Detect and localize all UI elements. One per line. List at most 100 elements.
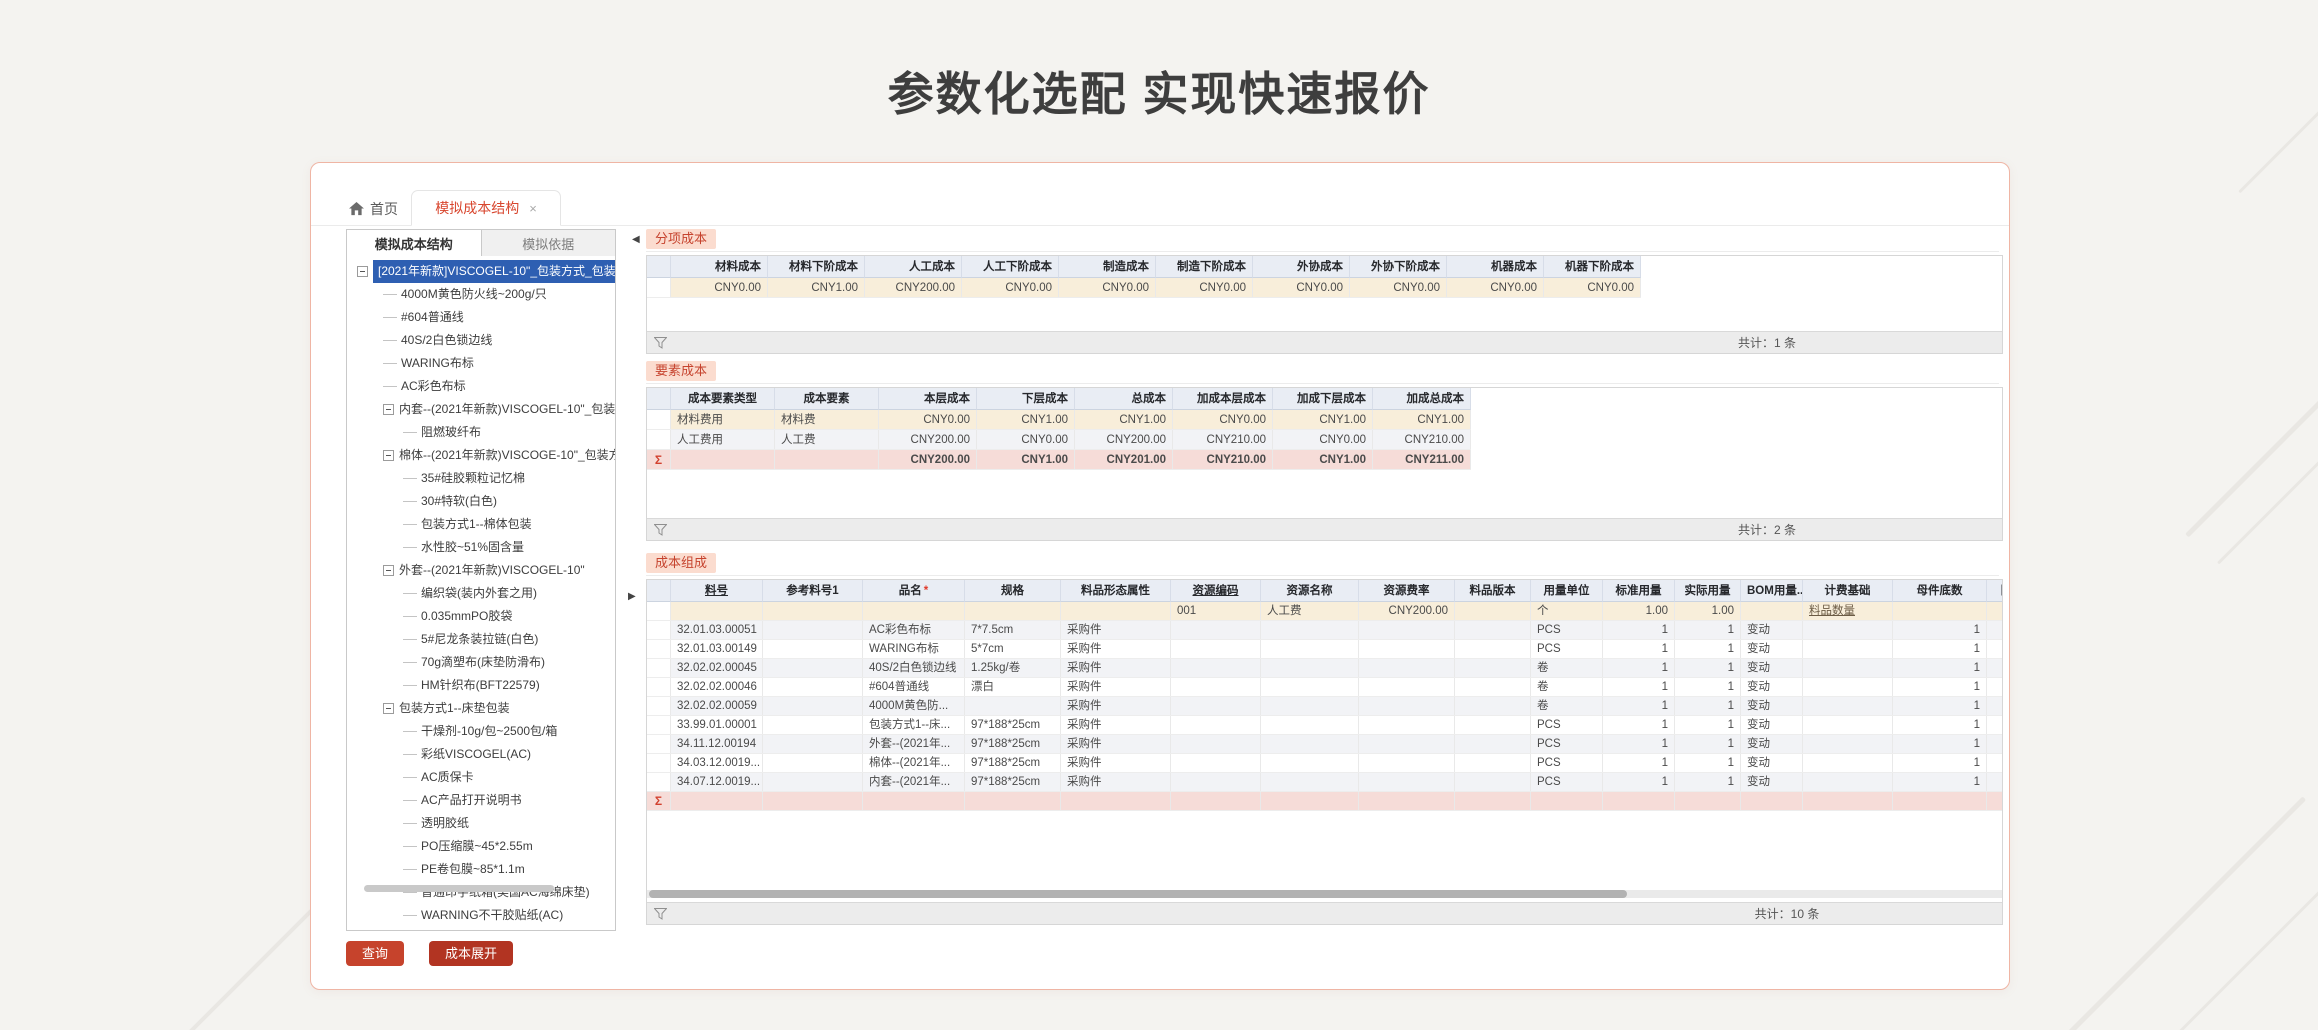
row-selector[interactable]	[647, 278, 671, 297]
tree-item[interactable]: WARNING不干胶贴纸(AC)	[347, 904, 615, 927]
tree-item[interactable]: 外套--(2021年新款)VISCOGEL-10"	[347, 559, 615, 582]
tree-item[interactable]: AC产品打开说明书	[347, 789, 615, 812]
tree-item[interactable]: 0.035mmPO胶袋	[347, 605, 615, 628]
query-button[interactable]: 查询	[346, 941, 404, 966]
tree-item[interactable]: 70g滴塑布(床垫防滑布)	[347, 651, 615, 674]
filter-icon[interactable]	[654, 524, 667, 536]
column-header[interactable]: 计费基础	[1803, 580, 1893, 602]
row-selector[interactable]	[647, 716, 671, 734]
column-header[interactable]: 下层成本	[977, 388, 1075, 410]
column-header[interactable]: 外协下阶成本	[1350, 256, 1447, 278]
column-header[interactable]: 材料下阶成本	[768, 256, 865, 278]
column-header[interactable]: BOM用量...	[1741, 580, 1803, 602]
table-row[interactable]: 33.99.01.00001包装方式1--床...97*188*25cm采购件P…	[647, 716, 2002, 735]
column-header[interactable]: 用量单位	[1531, 580, 1603, 602]
table-row[interactable]: 34.07.12.0019...内套--(2021年...97*188*25cm…	[647, 773, 2002, 792]
tab-simulation-basis[interactable]: 模拟依据	[482, 229, 617, 257]
table-row[interactable]: CNY0.00CNY1.00CNY200.00CNY0.00CNY0.00CNY…	[647, 278, 1641, 298]
tree-item[interactable]: 阻燃玻纤布	[347, 421, 615, 444]
tree-item[interactable]: AC质保卡	[347, 766, 615, 789]
tree-expander-icon[interactable]	[383, 404, 394, 415]
row-selector[interactable]	[647, 754, 671, 772]
column-header[interactable]: 资源费率	[1359, 580, 1455, 602]
tree-item[interactable]: 包装方式1--棉体包装	[347, 513, 615, 536]
tree-item[interactable]: 干燥剂-10g/包~2500包/箱	[347, 720, 615, 743]
tree-item[interactable]: PE卷包膜~85*1.1m	[347, 858, 615, 881]
column-header[interactable]: 规格	[965, 580, 1061, 602]
tree-expander-icon[interactable]	[383, 565, 394, 576]
column-header[interactable]: 机器成本	[1447, 256, 1544, 278]
column-header[interactable]: 人工成本	[865, 256, 962, 278]
column-header[interactable]: 机器下阶成本	[1544, 256, 1641, 278]
tree-item[interactable]: 40S/2白色锁边线	[347, 329, 615, 352]
column-header[interactable]: 实际用量	[1675, 580, 1741, 602]
tree-item[interactable]: 编织袋(装内外套之用)	[347, 582, 615, 605]
column-header[interactable]: 资源编码	[1171, 580, 1261, 602]
column-header[interactable]: 母件底数	[1893, 580, 1987, 602]
table-row[interactable]: 32.02.02.0004540S/2白色锁边线1.25kg/卷采购件卷11变动…	[647, 659, 2002, 678]
tree-item[interactable]: WARING布标	[347, 352, 615, 375]
tree-item[interactable]: 胶水798#(封箱用)~50kg/桶	[347, 927, 615, 931]
tree-item[interactable]: #604普通线	[347, 306, 615, 329]
column-header[interactable]: 固	[1987, 580, 2002, 602]
tree-item[interactable]: 内套--(2021年新款)VISCOGEL-10"_包装方	[347, 398, 615, 421]
table-row[interactable]: 34.03.12.0019...棉体--(2021年...97*188*25cm…	[647, 754, 2002, 773]
tree-item[interactable]: 棉体--(2021年新款)VISCOGE-10"_包装方:	[347, 444, 615, 467]
tree-item[interactable]: 5#尼龙条装拉链(白色)	[347, 628, 615, 651]
tree-horizontal-scrollbar[interactable]	[364, 885, 554, 892]
cost-expand-button[interactable]: 成本展开	[429, 941, 513, 966]
row-selector[interactable]	[647, 640, 671, 658]
table-row[interactable]: 32.02.02.00046#604普通线漂白采购件卷11变动1	[647, 678, 2002, 697]
column-header[interactable]: 本层成本	[879, 388, 977, 410]
tree-item[interactable]: 透明胶纸	[347, 812, 615, 835]
tab-home[interactable]: 首页	[349, 198, 398, 220]
tree-item[interactable]: 4000M黄色防火线~200g/只	[347, 283, 615, 306]
table-row[interactable]: 人工费用人工费CNY200.00CNY0.00CNY200.00CNY210.0…	[647, 430, 1471, 450]
tree-item[interactable]: 水性胶~51%固含量	[347, 536, 615, 559]
tab-simulated-cost-structure[interactable]: 模拟成本结构 ×	[411, 190, 561, 226]
column-header[interactable]: 加成下层成本	[1273, 388, 1373, 410]
horizontal-scrollbar[interactable]	[649, 890, 1627, 898]
collapse-left-icon[interactable]: ◀	[632, 234, 640, 245]
tree-item[interactable]: 包装方式1--床垫包装	[347, 697, 615, 720]
column-header[interactable]: 外协成本	[1253, 256, 1350, 278]
column-header[interactable]: 标准用量	[1603, 580, 1675, 602]
filter-icon[interactable]	[654, 908, 667, 920]
column-header[interactable]: 料品版本	[1455, 580, 1531, 602]
collapse-right-icon[interactable]: ▶	[628, 591, 636, 602]
tree-item[interactable]: AC彩色布标	[347, 375, 615, 398]
tree-item[interactable]: 30#特软(白色)	[347, 490, 615, 513]
table-row[interactable]: 32.01.03.00149WARING布标5*7cm采购件PCS11变动1	[647, 640, 2002, 659]
tree-expander-icon[interactable]	[383, 703, 394, 714]
column-header[interactable]: 总成本	[1075, 388, 1173, 410]
tree-expander-icon[interactable]	[383, 450, 394, 461]
filter-icon[interactable]	[654, 337, 667, 349]
column-header[interactable]: 制造下阶成本	[1156, 256, 1253, 278]
row-selector[interactable]	[647, 430, 671, 449]
table-row[interactable]: 34.11.12.00194外套--(2021年...97*188*25cm采购…	[647, 735, 2002, 754]
column-header[interactable]: 参考料号1	[763, 580, 863, 602]
column-header[interactable]: 加成本层成本	[1173, 388, 1273, 410]
row-selector[interactable]	[647, 659, 671, 677]
column-header[interactable]: 料品形态属性	[1061, 580, 1171, 602]
table-row[interactable]: 32.02.02.000594000M黄色防...采购件卷11变动1	[647, 697, 2002, 716]
row-selector[interactable]	[647, 773, 671, 791]
column-header[interactable]: 人工下阶成本	[962, 256, 1059, 278]
column-header[interactable]: 材料成本	[671, 256, 768, 278]
row-selector[interactable]	[647, 410, 671, 429]
row-selector[interactable]	[647, 697, 671, 715]
column-header[interactable]: 制造成本	[1059, 256, 1156, 278]
column-header[interactable]: 加成总成本	[1373, 388, 1471, 410]
table-row[interactable]: 32.01.03.00051AC彩色布标7*7.5cm采购件PCS11变动1	[647, 621, 2002, 640]
table-row[interactable]: 材料费用材料费CNY0.00CNY1.00CNY1.00CNY0.00CNY1.…	[647, 410, 1471, 430]
tree-expander-icon[interactable]	[357, 266, 368, 277]
column-header[interactable]: 资源名称	[1261, 580, 1359, 602]
column-header[interactable]: 料号	[671, 580, 763, 602]
tree-item[interactable]: PO压缩膜~45*2.55m	[347, 835, 615, 858]
column-header[interactable]: 成本要素	[775, 388, 879, 410]
row-selector[interactable]	[647, 602, 671, 620]
tab-cost-structure[interactable]: 模拟成本结构	[346, 229, 482, 257]
table-row[interactable]: 001人工费CNY200.00个1.001.00料品数量	[647, 602, 2002, 621]
tree-item[interactable]: 彩纸VISCOGEL(AC)	[347, 743, 615, 766]
row-selector[interactable]	[647, 621, 671, 639]
